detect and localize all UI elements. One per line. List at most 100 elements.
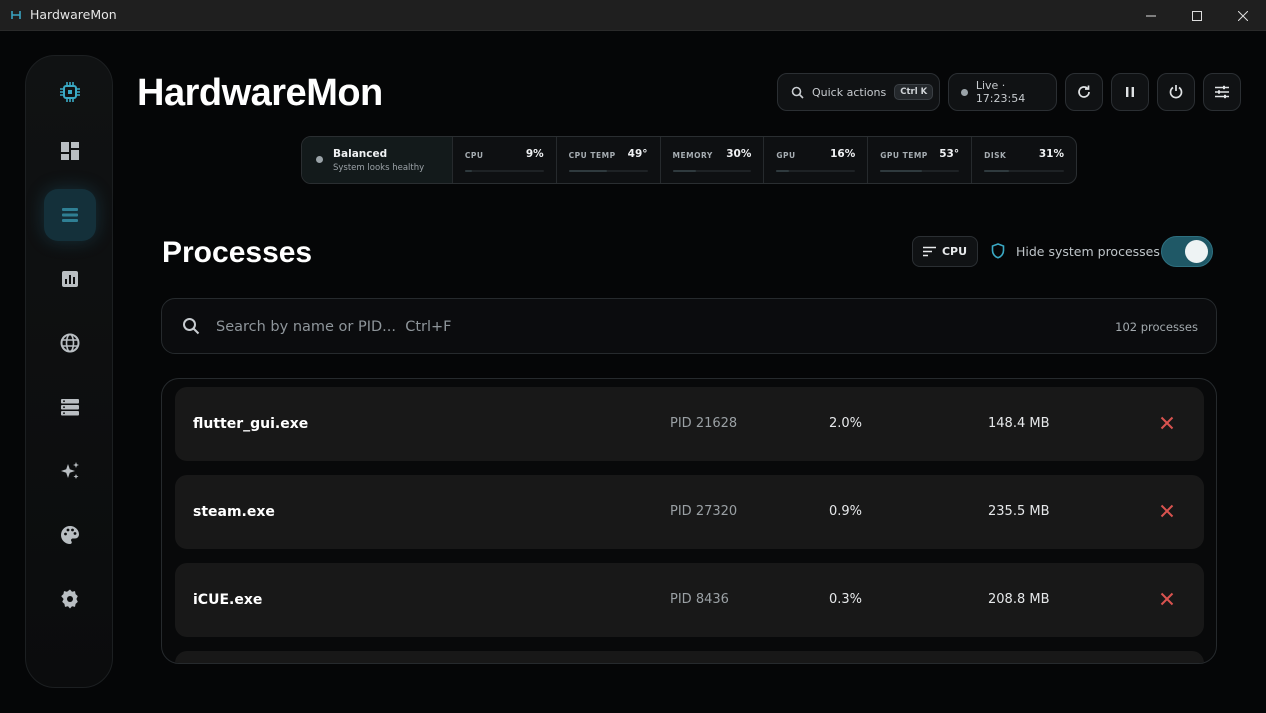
process-pid: PID 8436 [670, 592, 729, 607]
power-mode-segment: Balanced System looks healthy [302, 137, 453, 183]
metric-gpu-temp: GPU TEMP 53° [868, 137, 973, 183]
pause-button[interactable] [1111, 73, 1149, 111]
toggle-knob [1185, 240, 1208, 263]
nav-item-themes[interactable] [44, 509, 96, 561]
metric-bar-fill [776, 170, 789, 172]
live-status-label: Live · 17:23:54 [975, 79, 1026, 105]
gear-icon [61, 589, 78, 609]
nav-item-network[interactable] [44, 317, 96, 369]
system-status-bar: Balanced System looks healthy CPU 9% CPU… [301, 136, 1077, 184]
sort-button[interactable]: CPU [912, 236, 978, 267]
maximize-button[interactable] [1174, 0, 1220, 31]
metric-value: 49° [627, 148, 648, 160]
table-row-partial[interactable] [175, 651, 1204, 663]
search-icon [791, 86, 804, 99]
metric-bar [568, 170, 648, 172]
page-title: Processes [162, 236, 313, 269]
nav-item-storage[interactable] [44, 381, 96, 433]
kill-process-button[interactable] [1157, 413, 1177, 433]
process-cpu: 0.3% [829, 592, 863, 607]
power-mode-label: Balanced [333, 148, 388, 160]
metric-gpu: GPU 16% [764, 137, 869, 183]
app-logo-icon [11, 11, 21, 19]
refresh-icon [1078, 85, 1090, 98]
search-icon [183, 318, 200, 335]
nav-item-analytics[interactable] [44, 253, 96, 305]
process-pid: PID 21628 [670, 416, 738, 431]
analytics-icon [62, 271, 78, 287]
nav-item-settings[interactable] [44, 573, 96, 625]
metric-bar [776, 170, 856, 172]
metric-value: 16% [830, 148, 856, 160]
close-icon [1238, 10, 1248, 21]
nav-item-hardware[interactable] [44, 66, 96, 118]
process-count: 102 processes [1115, 320, 1198, 334]
table-row[interactable]: flutter_gui.exe PID 21628 2.0% 148.4 MB [175, 387, 1204, 461]
metric-cpu-temp: CPU TEMP 49° [557, 137, 661, 183]
power-mode-subtitle: System looks healthy [333, 163, 425, 173]
status-dot-icon [316, 156, 323, 163]
sparkle-icon [61, 462, 79, 479]
metric-disk: DISK 31% [972, 137, 1076, 183]
pause-icon [1126, 87, 1134, 97]
live-status-pill: Live · 17:23:54 [948, 73, 1057, 111]
kill-process-button[interactable] [1157, 589, 1177, 609]
process-pid: PID 27320 [670, 504, 738, 519]
sort-label: CPU [941, 245, 968, 258]
metric-label: CPU [464, 151, 484, 160]
process-name: steam.exe [193, 504, 275, 520]
metric-bar [464, 170, 544, 172]
search-input[interactable] [216, 316, 816, 338]
nav-item-ai[interactable] [44, 445, 96, 497]
process-name: flutter_gui.exe [193, 416, 309, 432]
maximize-icon [1192, 10, 1202, 21]
power-button[interactable] [1157, 73, 1195, 111]
metric-bar-fill [880, 170, 923, 172]
storage-icon [61, 399, 79, 416]
metric-label: DISK [984, 151, 1007, 160]
process-memory: 208.8 MB [988, 592, 1050, 607]
close-icon [1160, 416, 1174, 430]
sort-icon [922, 246, 936, 257]
metric-bar [984, 170, 1064, 172]
metric-value: 31% [1038, 148, 1064, 160]
live-dot-icon [961, 88, 968, 96]
cpu-chip-icon [60, 82, 80, 102]
process-name: iCUE.exe [193, 592, 263, 608]
tune-button[interactable] [1203, 73, 1241, 111]
globe-icon [60, 333, 80, 353]
metric-value: 30% [726, 148, 752, 160]
refresh-button[interactable] [1065, 73, 1103, 111]
close-icon [1160, 592, 1174, 606]
palette-icon [61, 526, 79, 544]
title-bar: HardwareMon [0, 0, 1266, 31]
metric-bar-fill [568, 170, 608, 172]
nav-item-dashboard[interactable] [44, 125, 96, 177]
quick-actions-button[interactable]: Quick actions Ctrl K [777, 73, 940, 111]
process-memory: 148.4 MB [988, 416, 1050, 431]
hide-system-label: Hide system processes [1016, 244, 1160, 259]
hide-system-toggle[interactable] [1161, 236, 1213, 267]
table-row[interactable]: steam.exe PID 27320 0.9% 235.5 MB [175, 475, 1204, 549]
metric-value: 53° [939, 148, 960, 160]
minimize-button[interactable] [1128, 0, 1174, 31]
power-icon [1169, 85, 1183, 99]
processes-icon [62, 208, 78, 222]
metric-bar [880, 170, 960, 172]
metric-label: MEMORY [672, 151, 713, 160]
metric-label: GPU [776, 151, 796, 160]
metric-cpu: CPU 9% [453, 137, 557, 183]
close-window-button[interactable] [1220, 0, 1266, 31]
dashboard-icon [61, 142, 79, 160]
metric-value: 9% [525, 148, 544, 160]
process-cpu: 2.0% [829, 416, 863, 431]
close-icon [1160, 504, 1174, 518]
metric-bar-fill [464, 170, 472, 172]
process-cpu: 0.9% [829, 504, 863, 519]
kill-process-button[interactable] [1157, 501, 1177, 521]
table-row[interactable]: iCUE.exe PID 8436 0.3% 208.8 MB [175, 563, 1204, 637]
nav-item-processes[interactable] [44, 189, 96, 241]
search-bar: 102 processes [161, 298, 1217, 354]
sliders-icon [1215, 85, 1229, 99]
window-title: HardwareMon [30, 7, 117, 22]
